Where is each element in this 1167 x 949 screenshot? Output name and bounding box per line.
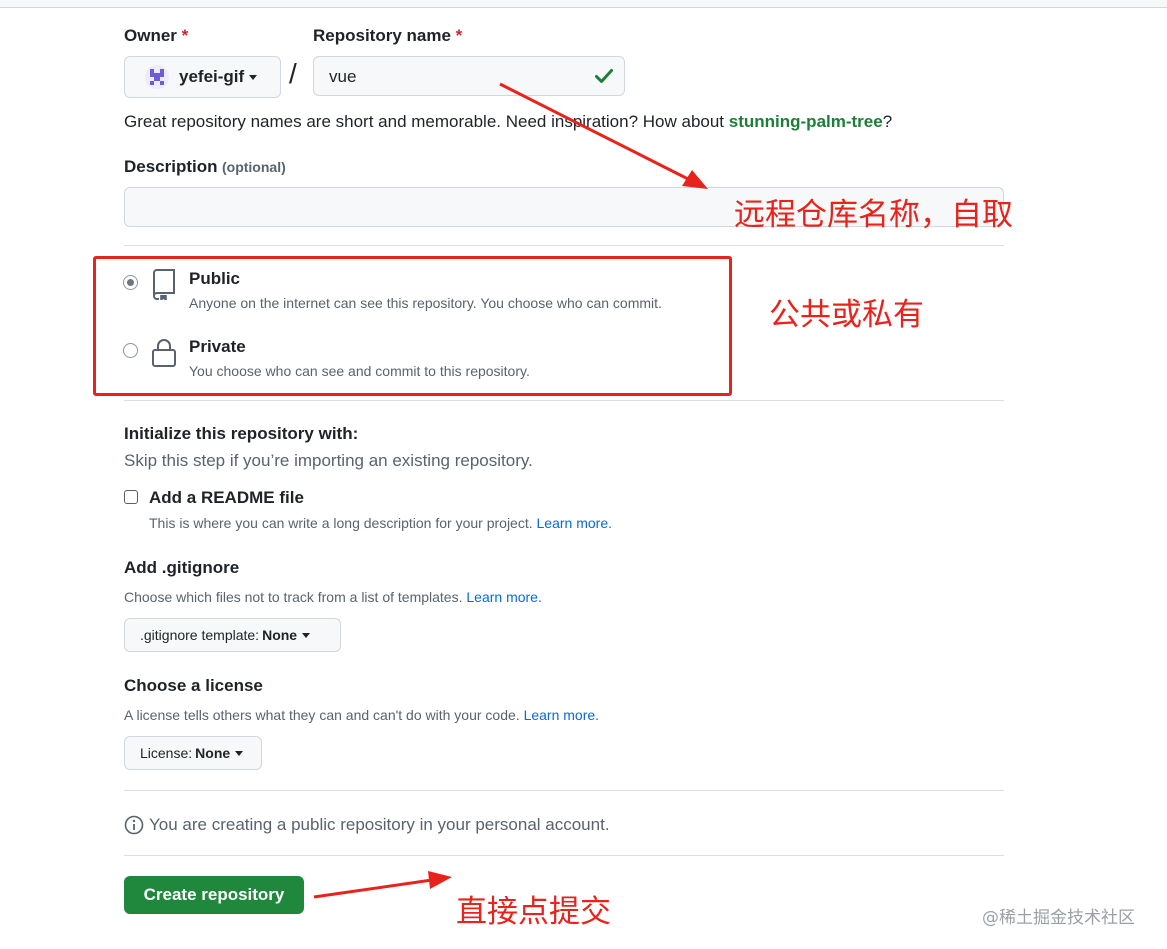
readme-checkbox[interactable] bbox=[124, 490, 138, 504]
repo-name-value: vue bbox=[329, 67, 357, 86]
repo-name-hint: Great repository names are short and mem… bbox=[124, 112, 892, 132]
owner-label-text: Owner bbox=[124, 26, 177, 45]
repo-name-input[interactable]: vue bbox=[313, 56, 625, 96]
repo-name-label-text: Repository name bbox=[313, 26, 451, 45]
visibility-highlight-box bbox=[93, 256, 732, 396]
description-optional: (optional) bbox=[221, 159, 286, 175]
license-learn-more-link[interactable]: Learn more. bbox=[524, 707, 599, 723]
init-title: Initialize this repository with: bbox=[124, 424, 359, 443]
license-title: Choose a license bbox=[124, 676, 263, 695]
description-label: Description (optional) bbox=[124, 157, 286, 177]
arrow-to-submit-note bbox=[313, 871, 452, 899]
gitignore-template-button[interactable]: .gitignore template: None bbox=[124, 618, 341, 652]
license-button[interactable]: License: None bbox=[124, 736, 262, 770]
owner-repo-separator: / bbox=[289, 58, 297, 89]
info-icon bbox=[124, 815, 144, 835]
gitignore-button-value: None bbox=[262, 627, 298, 643]
readme-learn-more-link[interactable]: Learn more. bbox=[537, 515, 612, 531]
readme-desc-text: This is where you can write a long descr… bbox=[149, 515, 533, 531]
gitignore-title: Add .gitignore bbox=[124, 558, 240, 577]
check-icon bbox=[595, 69, 613, 83]
divider bbox=[124, 855, 1004, 856]
submit-annotation: 直接点提交 bbox=[456, 894, 611, 930]
divider bbox=[124, 400, 1004, 401]
create-repository-button[interactable]: Create repository bbox=[124, 876, 304, 914]
divider bbox=[124, 790, 1004, 791]
repo-name-required-mark: * bbox=[455, 26, 463, 45]
hint-text: Great repository names are short and mem… bbox=[124, 112, 729, 131]
chevron-down-icon bbox=[249, 74, 258, 80]
chevron-down-icon bbox=[235, 750, 244, 756]
gitignore-learn-more-link[interactable]: Learn more. bbox=[466, 589, 541, 605]
divider bbox=[124, 245, 1004, 246]
gitignore-button-prefix: .gitignore template: bbox=[140, 627, 260, 643]
top-border bbox=[0, 0, 1167, 8]
gitignore-desc-text: Choose which files not to track from a l… bbox=[124, 589, 463, 605]
repo-name-annotation: 远程仓库名称，自取 bbox=[734, 197, 1013, 233]
annotation-arrows bbox=[313, 82, 708, 899]
chevron-down-icon bbox=[302, 632, 311, 638]
owner-required-mark: * bbox=[181, 26, 189, 45]
public-repo-notice: You are creating a public repository in … bbox=[149, 815, 610, 834]
arrow-to-name-note bbox=[499, 82, 708, 189]
repo-name-label: Repository name * bbox=[313, 26, 462, 46]
license-desc-text: A license tells others what they can and… bbox=[124, 707, 520, 723]
owner-select[interactable]: yefei-gif bbox=[124, 56, 281, 98]
init-subtitle: Skip this step if you’re importing an ex… bbox=[124, 451, 533, 470]
name-suggestion-link[interactable]: stunning-palm-tree bbox=[729, 112, 883, 131]
gitignore-desc: Choose which files not to track from a l… bbox=[124, 589, 542, 605]
hint-suffix: ? bbox=[882, 112, 893, 131]
readme-label: Add a README file bbox=[149, 488, 304, 507]
owner-value: yefei-gif bbox=[179, 67, 245, 86]
owner-avatar bbox=[145, 65, 169, 89]
visibility-annotation: 公共或私有 bbox=[769, 297, 924, 333]
owner-label: Owner * bbox=[124, 26, 188, 46]
license-button-value: None bbox=[195, 745, 231, 761]
description-label-text: Description bbox=[124, 157, 218, 176]
license-desc: A license tells others what they can and… bbox=[124, 707, 599, 723]
watermark: @稀土掘金技术社区 bbox=[982, 908, 1135, 928]
readme-desc: This is where you can write a long descr… bbox=[149, 515, 612, 531]
license-button-prefix: License: bbox=[140, 745, 193, 761]
